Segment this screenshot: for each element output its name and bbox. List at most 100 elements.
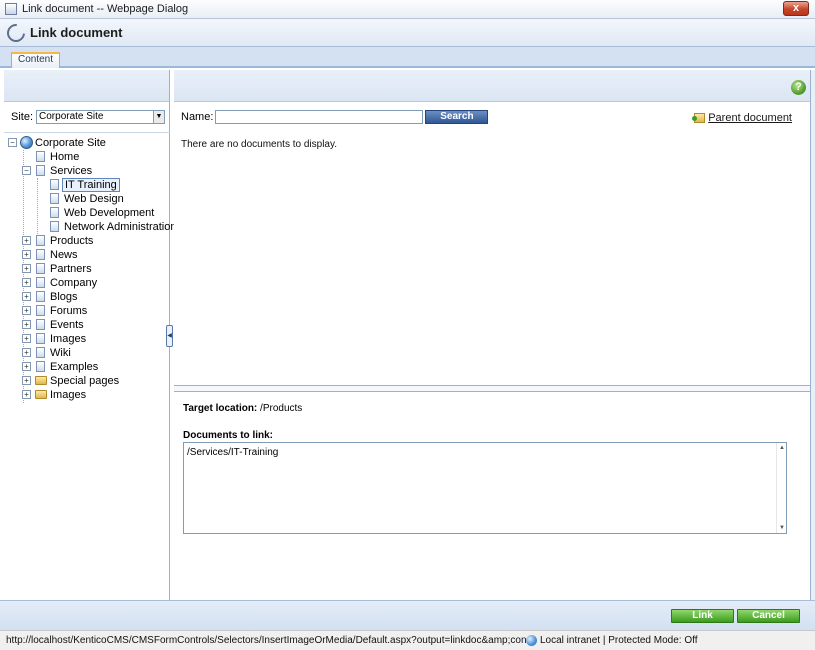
name-label: Name: xyxy=(181,111,214,123)
window-icon xyxy=(5,3,17,15)
pane-splitter[interactable] xyxy=(174,385,810,392)
tree-node-label[interactable]: Web Development xyxy=(64,207,154,219)
folder-up-icon xyxy=(692,113,706,123)
globe-icon xyxy=(526,635,537,646)
document-icon xyxy=(36,277,45,288)
tab-bar: Content xyxy=(0,47,815,68)
expand-toggle[interactable]: + xyxy=(22,236,31,245)
tree-node-label[interactable]: Examples xyxy=(50,361,98,373)
divider xyxy=(4,132,170,133)
tree-node-label[interactable]: Images xyxy=(50,389,86,401)
expand-toggle[interactable]: + xyxy=(22,362,31,371)
documents-to-link-label: Documents to link: xyxy=(183,430,274,441)
expand-toggle[interactable]: + xyxy=(22,250,31,259)
document-icon xyxy=(36,235,45,246)
document-icon xyxy=(36,347,45,358)
site-label: Site: xyxy=(11,111,34,123)
document-icon xyxy=(36,151,45,162)
close-button[interactable]: x xyxy=(783,1,809,16)
security-zone: Local intranet | Protected Mode: Off xyxy=(540,635,698,646)
expand-toggle[interactable]: + xyxy=(22,306,31,315)
tree-node-label[interactable]: Corporate Site xyxy=(35,137,106,149)
folder-icon xyxy=(35,390,47,399)
expand-toggle[interactable]: + xyxy=(22,348,31,357)
collapse-toggle[interactable]: − xyxy=(22,166,31,175)
right-pane: ? Name: Search Parent document There are… xyxy=(174,70,810,600)
scroll-down-icon[interactable]: ▼ xyxy=(778,525,786,531)
document-icon xyxy=(36,319,45,330)
tree-node-label[interactable]: Services xyxy=(50,165,92,177)
scroll-up-icon[interactable]: ▲ xyxy=(778,445,786,451)
window-scrollbar[interactable] xyxy=(810,70,815,600)
dialog-header: Link document xyxy=(0,19,815,47)
cancel-button[interactable]: Cancel xyxy=(737,609,800,623)
document-icon xyxy=(50,221,59,232)
document-icon xyxy=(36,249,45,260)
expand-toggle[interactable]: + xyxy=(22,376,31,385)
tree-node-label[interactable]: Blogs xyxy=(50,291,78,303)
tree-node-label[interactable]: Forums xyxy=(50,305,87,317)
textarea-scrollbar[interactable]: ▲ ▼ xyxy=(776,443,786,533)
left-pane: Site: Corporate Site ▼ − Corporate Site … xyxy=(4,70,177,600)
target-location-label: Target location: xyxy=(183,403,258,414)
dialog-title: Link document xyxy=(30,25,123,40)
tree-node-label[interactable]: Home xyxy=(50,151,79,163)
left-toolbar xyxy=(4,70,169,102)
tree-node-label[interactable]: Web Design xyxy=(64,193,124,205)
pane-collapse-handle[interactable]: ◀ xyxy=(166,325,173,347)
document-icon xyxy=(50,193,59,204)
link-icon xyxy=(3,19,29,46)
tree-node-label[interactable]: Products xyxy=(50,235,93,247)
document-icon xyxy=(50,207,59,218)
status-bar: http://localhost/KenticoCMS/CMSFormContr… xyxy=(0,630,815,650)
tree-node-label-selected[interactable]: IT Training xyxy=(62,178,120,192)
site-selector-row: Site: Corporate Site ▼ xyxy=(11,110,166,124)
tree-node-label[interactable]: News xyxy=(50,249,78,261)
link-button[interactable]: Link xyxy=(671,609,734,623)
window-titlebar: Link document -- Webpage Dialog x xyxy=(0,0,815,19)
parent-document-label[interactable]: Parent document xyxy=(708,112,792,124)
search-button[interactable]: Search xyxy=(425,110,489,124)
tree-node-label[interactable]: Company xyxy=(50,277,97,289)
tab-content[interactable]: Content xyxy=(11,52,61,68)
parent-document-link[interactable]: Parent document xyxy=(692,112,792,124)
tree-node-label[interactable]: Partners xyxy=(50,263,92,275)
expand-toggle[interactable]: + xyxy=(22,264,31,273)
target-location: Target location: /Products xyxy=(183,403,302,414)
document-icon xyxy=(36,291,45,302)
site-select[interactable]: Corporate Site ▼ xyxy=(36,110,166,124)
tree-node-label[interactable]: Images xyxy=(50,333,86,345)
tree-node-label[interactable]: Network Administration xyxy=(64,221,177,233)
right-toolbar: ? xyxy=(174,70,810,102)
document-icon xyxy=(36,263,45,274)
document-icon xyxy=(50,179,59,190)
document-icon xyxy=(36,333,45,344)
documents-to-link-value: /Services/IT-Training xyxy=(187,447,279,458)
site-select-value: Corporate Site xyxy=(39,111,104,122)
search-row: Name: Search xyxy=(181,110,489,124)
tree-guide-line xyxy=(37,178,38,234)
document-icon xyxy=(36,165,45,176)
collapse-toggle[interactable]: − xyxy=(8,138,17,147)
document-icon xyxy=(36,361,45,372)
tree-node-label[interactable]: Wiki xyxy=(50,347,71,359)
tree-node-label[interactable]: Special pages xyxy=(50,375,119,387)
empty-list-message: There are no documents to display. xyxy=(181,139,338,150)
dialog-footer: Link Cancel xyxy=(0,600,815,630)
tree-node-label[interactable]: Events xyxy=(50,319,84,331)
status-url: http://localhost/KenticoCMS/CMSFormContr… xyxy=(6,635,526,646)
folder-icon xyxy=(35,376,47,385)
expand-toggle[interactable]: + xyxy=(22,320,31,329)
document-icon xyxy=(36,305,45,316)
expand-toggle[interactable]: + xyxy=(22,278,31,287)
target-location-value: /Products xyxy=(260,403,303,414)
expand-toggle[interactable]: + xyxy=(22,334,31,343)
expand-toggle[interactable]: + xyxy=(22,292,31,301)
help-icon[interactable]: ? xyxy=(791,80,806,95)
window-title: Link document -- Webpage Dialog xyxy=(22,3,189,15)
expand-toggle[interactable]: + xyxy=(22,390,31,399)
chevron-down-icon[interactable]: ▼ xyxy=(153,111,165,123)
documents-to-link-textarea[interactable]: /Services/IT-Training ▲ ▼ xyxy=(183,442,787,534)
globe-icon xyxy=(20,136,33,149)
name-search-input[interactable] xyxy=(215,110,424,124)
